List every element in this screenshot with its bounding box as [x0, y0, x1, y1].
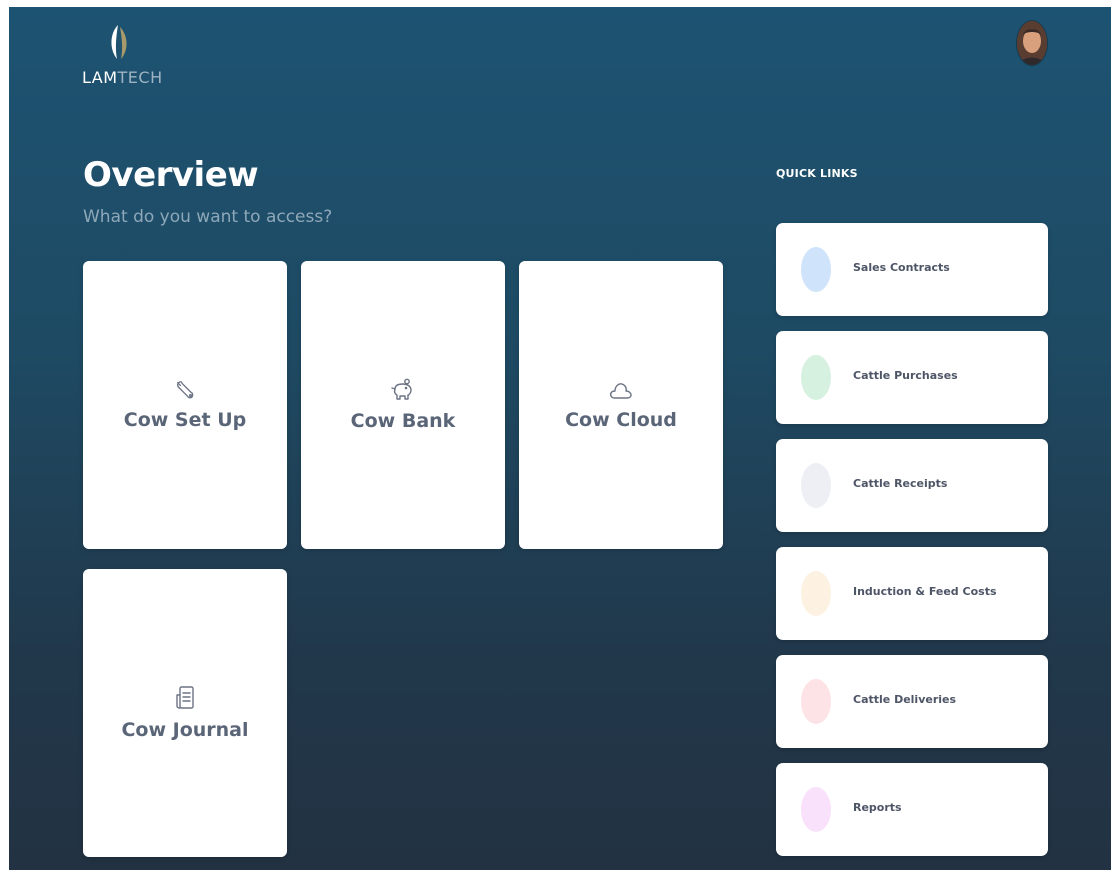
quick-link-label: Induction & Feed Costs: [853, 585, 997, 598]
quick-link-induction-feed-costs[interactable]: Induction & Feed Costs: [776, 547, 1048, 640]
card-label: Cow Journal: [121, 719, 249, 741]
quick-link-circle-icon: [801, 679, 831, 724]
quick-links-heading: QUICK LINKS: [776, 167, 858, 180]
page-title: Overview: [83, 155, 259, 195]
card-label: Cow Bank: [350, 410, 456, 432]
app-frame: LAMTECH Overview What do you want to acc…: [9, 7, 1111, 870]
page-subtitle: What do you want to access?: [83, 207, 333, 227]
quick-link-label: Reports: [853, 801, 902, 814]
quick-link-reports[interactable]: Reports: [776, 763, 1048, 856]
cow-journal-card[interactable]: Cow Journal: [83, 569, 287, 857]
quick-link-cattle-deliveries[interactable]: Cattle Deliveries: [776, 655, 1048, 748]
card-label: Cow Set Up: [123, 409, 247, 431]
quick-link-label: Cattle Purchases: [853, 369, 958, 382]
cow-cloud-card[interactable]: Cow Cloud: [519, 261, 723, 549]
quick-link-sales-contracts[interactable]: Sales Contracts: [776, 223, 1048, 316]
wrench-icon: [176, 381, 194, 399]
cow-set-up-card[interactable]: Cow Set Up: [83, 261, 287, 549]
lamtech-logo[interactable]: LAMTECH: [82, 23, 162, 93]
quick-link-cattle-purchases[interactable]: Cattle Purchases: [776, 331, 1048, 424]
piggy-bank-icon: [391, 378, 412, 400]
cloud-icon: [609, 383, 632, 399]
user-photo: [1017, 21, 1047, 65]
quick-link-circle-icon: [801, 463, 831, 508]
logo-text-primary: LAM: [82, 68, 118, 87]
quick-link-label: Sales Contracts: [853, 261, 950, 274]
quick-link-circle-icon: [801, 355, 831, 400]
user-avatar[interactable]: [1017, 21, 1047, 65]
logo-text-secondary: TECH: [117, 68, 163, 87]
quick-link-circle-icon: [801, 787, 831, 832]
quick-link-label: Cattle Deliveries: [853, 693, 957, 706]
quick-link-circle-icon: [801, 571, 831, 616]
quick-link-cattle-receipts[interactable]: Cattle Receipts: [776, 439, 1048, 532]
quick-link-label: Cattle Receipts: [853, 477, 948, 490]
leaf-logo-icon: [111, 25, 127, 59]
quick-link-circle-icon: [801, 247, 831, 292]
journal-icon: [176, 686, 194, 709]
logo-wordmark: LAMTECH: [82, 68, 163, 87]
cow-bank-card[interactable]: Cow Bank: [301, 261, 505, 549]
card-label: Cow Cloud: [565, 409, 677, 431]
